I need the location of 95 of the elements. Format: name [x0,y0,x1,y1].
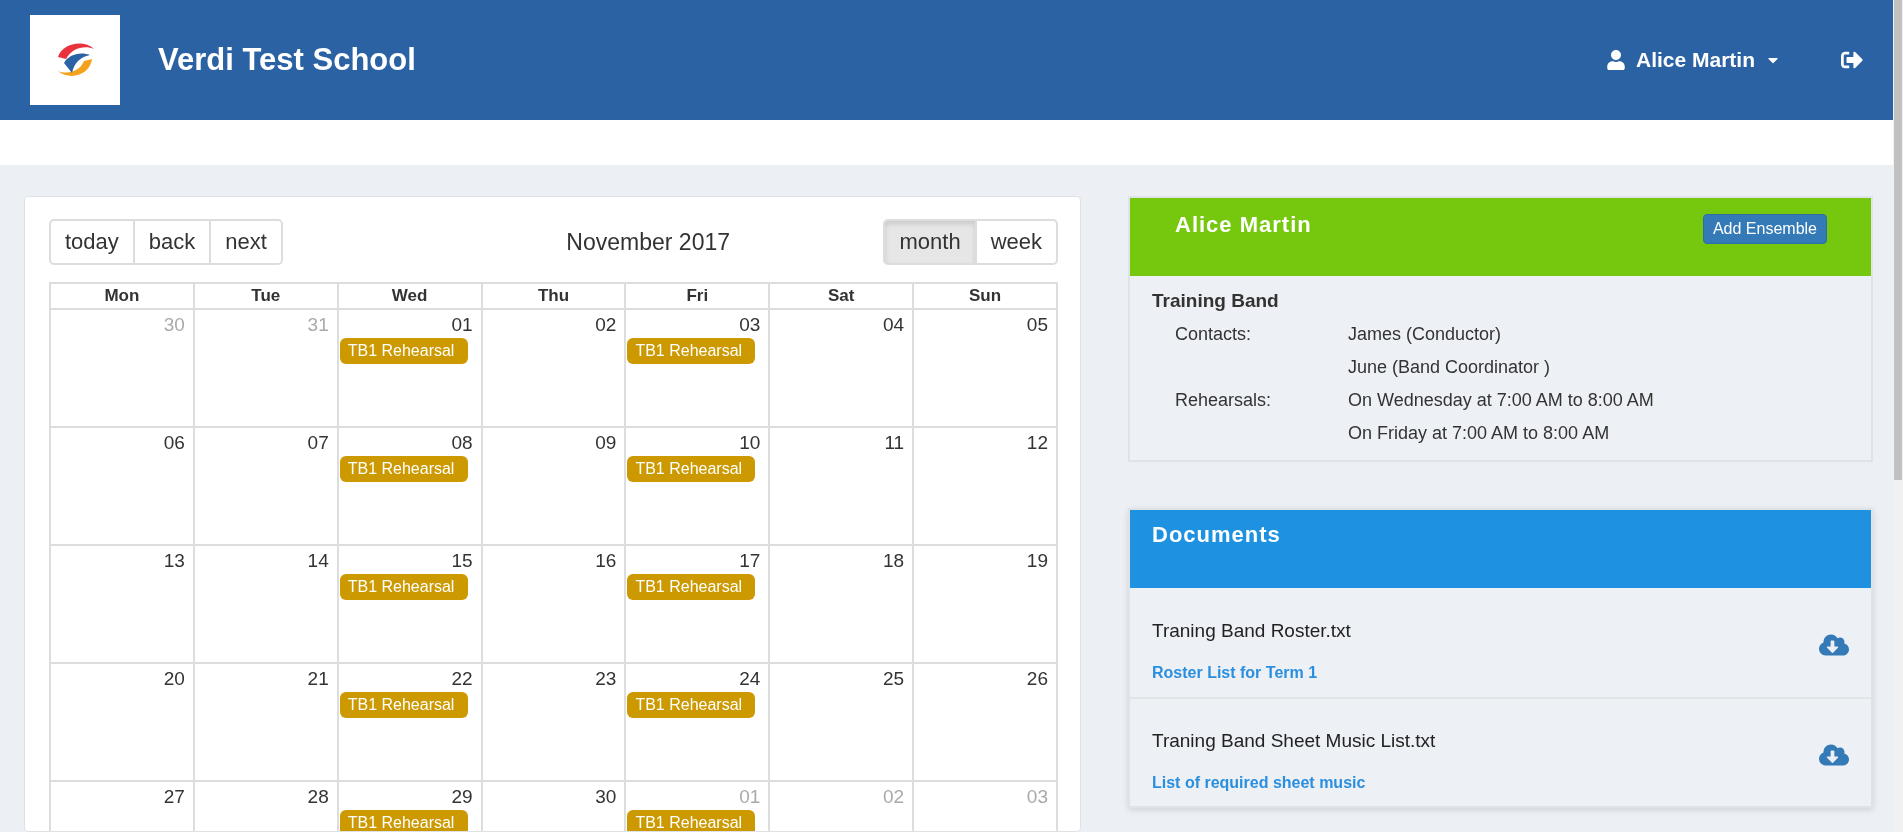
detail-value: On Wednesday at 7:00 AM to 8:00 AM [1348,389,1655,412]
day-cell[interactable]: 08 TB1 Rehearsal [338,428,483,546]
user-menu[interactable]: Alice Martin [1605,48,1781,72]
day-cell[interactable]: 25 [770,664,915,782]
ensemble-name: Training Band [1152,290,1280,312]
document-name: Traning Band Sheet Music List.txt [1152,729,1436,752]
day-cell[interactable]: 02 [482,310,627,428]
weekday-header: Wed [338,284,483,310]
day-cell[interactable]: 19 [914,546,1058,664]
day-number: 01 [450,313,474,337]
detail-value: James (Conductor) [1348,323,1503,346]
day-cell[interactable]: 16 [482,546,627,664]
day-number: 28 [306,785,330,809]
weekday-header: Thu [482,284,627,310]
day-cell[interactable]: 14 [194,546,339,664]
day-number: 11 [883,431,906,455]
day-number: 10 [738,431,762,455]
day-number: 25 [882,667,906,691]
day-cell[interactable]: 12 [914,428,1058,546]
day-number: 22 [450,667,474,691]
view-button[interactable]: month [883,219,977,265]
calendar-title: November 2017 [566,228,730,256]
day-number: 17 [738,549,762,573]
day-cell[interactable]: 04 [770,310,915,428]
day-number: 08 [450,431,474,455]
day-number: 23 [594,667,618,691]
day-number: 26 [1025,667,1049,691]
nav-button[interactable]: back [132,219,212,265]
day-cell[interactable]: 23 [482,664,627,782]
day-cell[interactable]: 17 TB1 Rehearsal [626,546,771,664]
day-number: 21 [306,667,330,691]
day-number: 31 [306,313,330,337]
day-cell[interactable]: 07 [194,428,339,546]
day-number: 24 [738,667,762,691]
day-number: 15 [450,549,474,573]
day-cell[interactable]: 21 [194,664,339,782]
detail-label: Contacts: [1175,323,1253,346]
day-number: 04 [882,313,906,337]
day-number: 06 [162,431,186,455]
detail-value: June (Band Coordinator ) [1348,356,1552,379]
day-number: 14 [306,549,330,573]
day-cell[interactable]: 24 TB1 Rehearsal [626,664,771,782]
nav-button[interactable]: today [49,219,135,265]
day-cell[interactable]: 03 TB1 Rehearsal [626,310,771,428]
scrollbar-thumb[interactable] [1894,0,1902,480]
detail-value: On Friday at 7:00 AM to 8:00 AM [1348,422,1611,445]
weekday-header: Tue [194,284,339,310]
day-cell[interactable]: 06 [51,428,195,546]
day-number: 03 [1025,785,1049,809]
day-cell[interactable]: 01 TB1 Rehearsal [338,310,483,428]
day-cell[interactable]: 28 [194,782,339,831]
day-cell[interactable]: 10 TB1 Rehearsal [626,428,771,546]
logout-icon[interactable] [1841,49,1863,71]
day-number: 01 [738,785,762,809]
day-cell[interactable]: 05 [914,310,1058,428]
weekday-header: Mon [51,284,195,310]
day-cell[interactable]: 18 [770,546,915,664]
day-number: 02 [882,785,906,809]
profile-name: Alice Martin [1175,212,1312,238]
day-number: 07 [306,431,330,455]
add-ensemble-button[interactable]: Add Ensemble [1702,214,1827,244]
day-cell[interactable]: 09 [482,428,627,546]
day-number: 20 [162,667,186,691]
day-number: 18 [882,549,906,573]
day-number: 02 [594,313,618,337]
day-cell[interactable]: 22 TB1 Rehearsal [338,664,483,782]
nav-button[interactable]: next [209,219,283,265]
day-number: 12 [1025,431,1049,455]
day-cell[interactable]: 20 [51,664,195,782]
documents-title: Documents [1152,522,1281,547]
detail-label: Rehearsals: [1175,389,1273,412]
day-cell[interactable]: 29 TB1 Rehearsal [338,782,483,831]
day-number: 05 [1025,313,1049,337]
user-icon [1605,50,1626,70]
day-cell[interactable]: 27 [51,782,195,831]
day-number: 30 [162,313,186,337]
day-cell[interactable]: 26 [914,664,1058,782]
day-number: 19 [1025,549,1049,573]
weekday-header: Fri [626,284,771,310]
weekday-header: Sun [914,284,1058,310]
day-number: 13 [162,549,186,573]
day-number: 29 [450,785,474,809]
view-button[interactable]: week [974,219,1058,265]
day-number: 16 [594,549,618,573]
day-number: 09 [594,431,618,455]
school-name: Verdi Test School [158,42,417,78]
day-number: 27 [162,785,186,809]
day-cell[interactable]: 11 [770,428,915,546]
day-cell[interactable]: 15 TB1 Rehearsal [338,546,483,664]
document-name: Traning Band Roster.txt [1152,619,1351,642]
day-cell[interactable]: 13 [51,546,195,664]
day-number: 30 [594,785,618,809]
day-number: 03 [738,313,762,337]
scrollbar[interactable] [1893,0,1903,832]
weekday-header: Sat [770,284,915,310]
